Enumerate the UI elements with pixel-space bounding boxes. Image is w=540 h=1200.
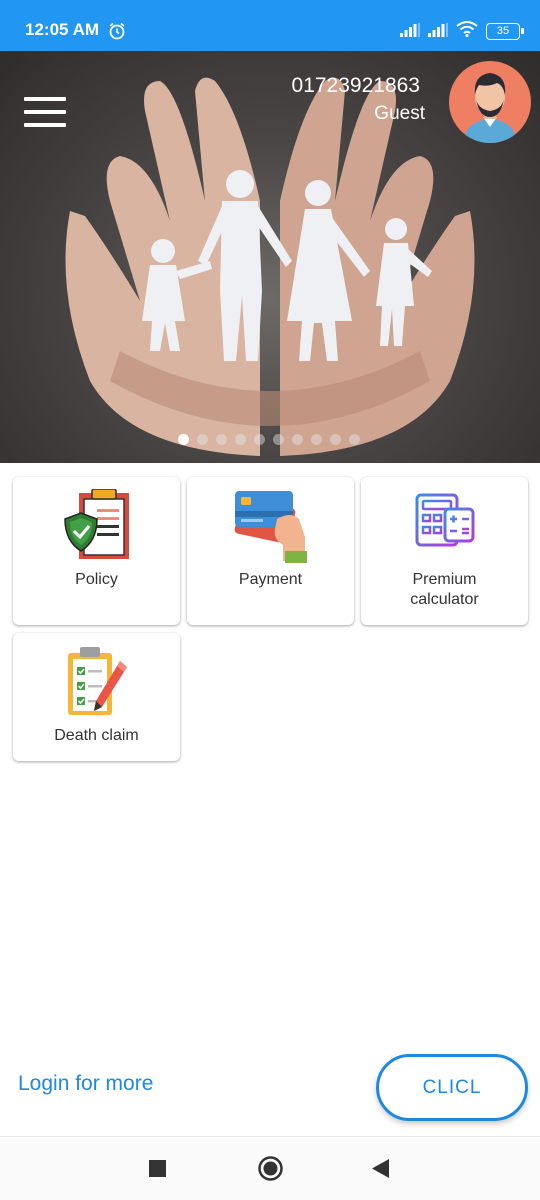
carousel-dot[interactable] xyxy=(273,434,284,445)
carousel-dot[interactable] xyxy=(292,434,303,445)
carousel-dot[interactable] xyxy=(349,434,360,445)
carousel-dot[interactable] xyxy=(216,434,227,445)
carousel-dot[interactable] xyxy=(254,434,265,445)
back-triangle-icon[interactable] xyxy=(372,1159,389,1182)
hero-banner-carousel[interactable]: 01723921863 Guest xyxy=(0,51,540,463)
menu-card-death-claim[interactable]: Death claim xyxy=(13,633,180,761)
credit-card-payment-icon xyxy=(233,489,309,567)
carousel-dot[interactable] xyxy=(311,434,322,445)
battery-icon: 35 xyxy=(486,22,524,40)
clicl-button[interactable]: CLICL xyxy=(376,1054,528,1121)
home-circle-icon[interactable] xyxy=(258,1156,283,1185)
login-link[interactable]: Login for more xyxy=(18,1072,153,1096)
user-avatar-icon[interactable] xyxy=(449,61,531,143)
menu-card-label: Policy xyxy=(75,571,118,588)
user-role: Guest xyxy=(374,103,425,124)
carousel-dot[interactable] xyxy=(178,434,189,445)
clipboard-checklist-icon xyxy=(64,645,130,723)
signal-icon xyxy=(400,22,420,41)
menu-card-label: Premium calculator xyxy=(410,571,479,608)
menu-card-label: Payment xyxy=(238,571,303,588)
policy-document-icon xyxy=(61,488,133,567)
alarm-icon xyxy=(108,22,126,44)
user-phone: 01723921863 xyxy=(291,74,420,97)
recents-square-icon[interactable] xyxy=(149,1160,166,1181)
status-time: 12:05 AM xyxy=(25,20,100,39)
carousel-dot[interactable] xyxy=(235,434,246,445)
signal-icon xyxy=(428,22,448,41)
menu-card-premium-calculator[interactable]: Premium calculator xyxy=(361,477,528,625)
hamburger-menu-icon[interactable] xyxy=(24,97,66,127)
carousel-dot[interactable] xyxy=(197,434,208,445)
menu-card-payment[interactable]: Payment xyxy=(187,477,354,625)
system-nav-bar xyxy=(0,1136,540,1200)
carousel-indicator xyxy=(178,434,360,445)
status-bar: 12:05 AM 35 xyxy=(0,0,540,51)
calculator-icon xyxy=(413,489,477,555)
menu-card-policy[interactable]: Policy xyxy=(13,477,180,625)
carousel-dot[interactable] xyxy=(330,434,341,445)
menu-card-label: Death claim xyxy=(54,727,139,744)
wifi-icon xyxy=(456,21,478,41)
